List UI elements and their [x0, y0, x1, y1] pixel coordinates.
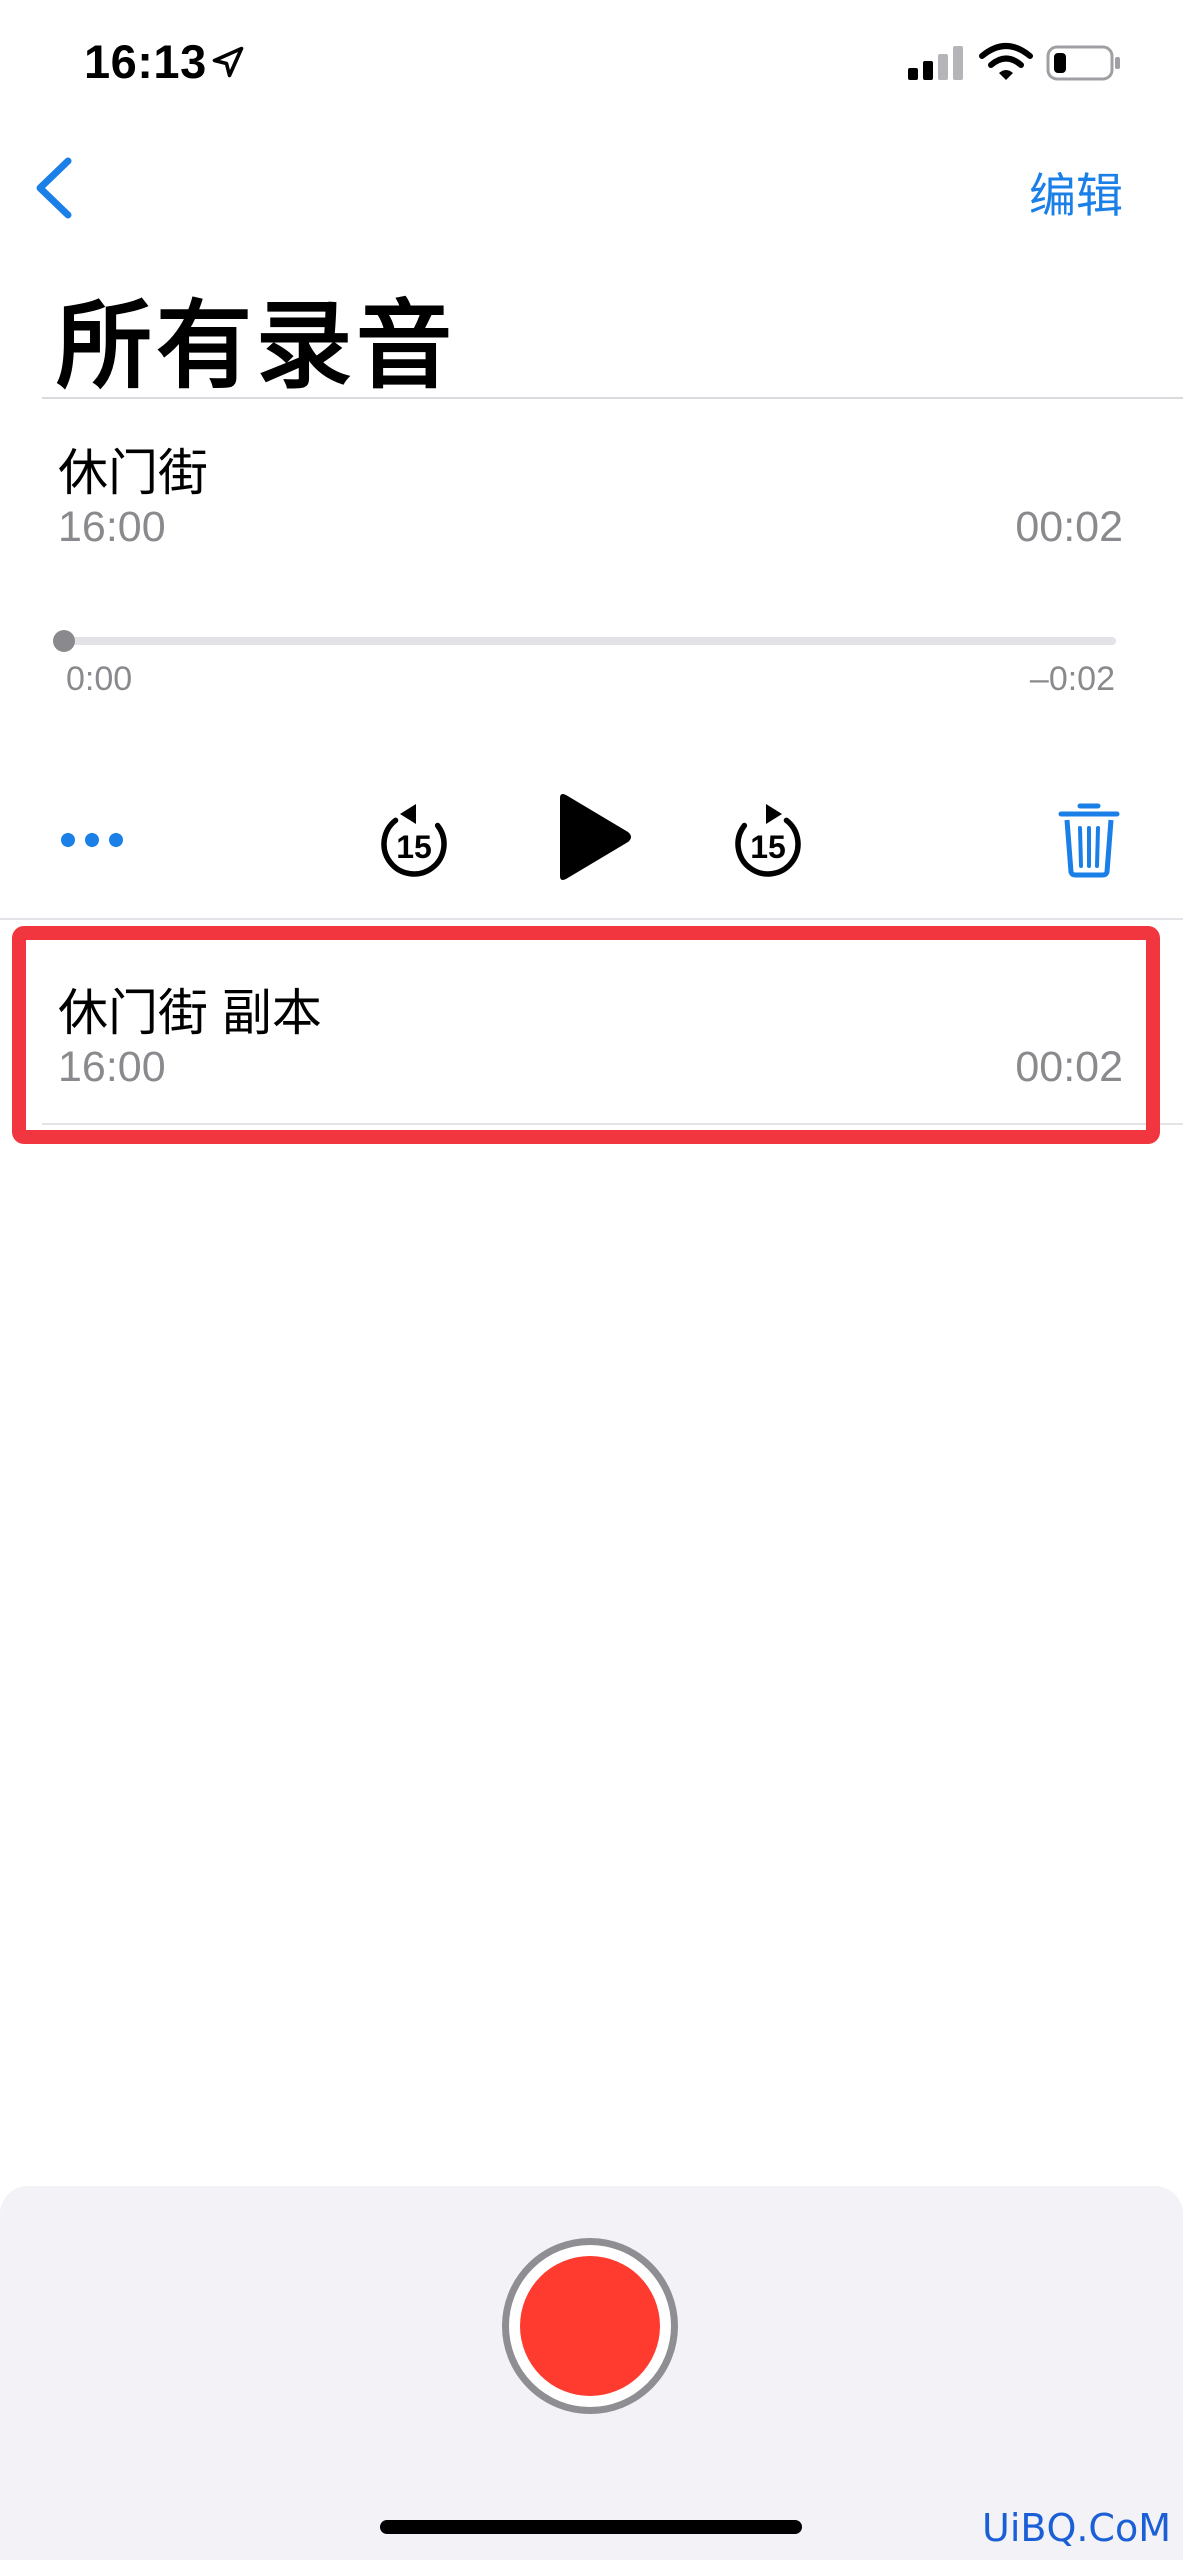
status-time: 16:13	[84, 35, 207, 88]
record-dot-icon[interactable]	[520, 2256, 660, 2396]
elapsed-time: 0:00	[66, 660, 133, 698]
highlight-box	[12, 926, 1160, 1144]
skip-forward-15-button[interactable]: 15	[730, 798, 806, 882]
recording-1-time: 16:00	[58, 503, 166, 551]
play-button[interactable]	[552, 792, 632, 882]
recording-1-name[interactable]: 休门街	[58, 433, 208, 505]
more-options-button[interactable]	[56, 815, 128, 865]
recording-1-duration: 00:02	[1015, 503, 1123, 551]
remaining-time: –0:02	[1029, 660, 1115, 698]
row-divider	[0, 918, 1183, 920]
skip-back-seconds: 15	[396, 829, 432, 865]
trash-button[interactable]	[1058, 800, 1120, 878]
edit-button[interactable]: 编辑	[1029, 157, 1123, 226]
page-title: 所有录音	[56, 293, 456, 400]
location-arrow-icon	[212, 46, 244, 78]
playback-scrubber[interactable]	[64, 637, 1116, 645]
battery-icon	[1046, 45, 1120, 81]
back-button[interactable]	[30, 155, 80, 221]
title-divider	[42, 397, 1183, 399]
home-indicator[interactable]	[380, 2520, 802, 2534]
cellular-signal-icon	[908, 46, 963, 80]
skip-back-15-button[interactable]: 15	[376, 798, 452, 882]
watermark: UiBQ.CoM	[982, 2506, 1171, 2550]
skip-forward-seconds: 15	[750, 829, 786, 865]
wifi-icon	[979, 43, 1033, 80]
scrubber-knob[interactable]	[53, 630, 75, 652]
